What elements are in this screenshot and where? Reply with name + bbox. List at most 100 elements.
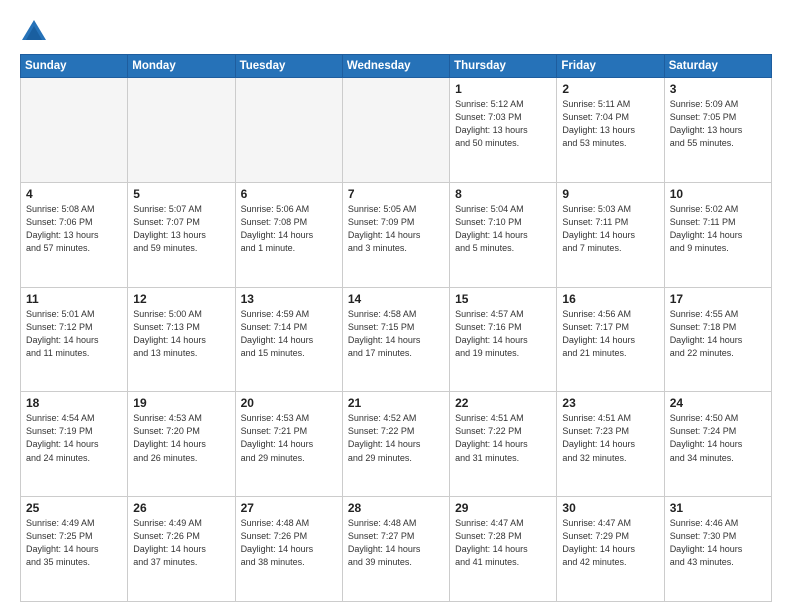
day-number: 1 <box>455 82 551 96</box>
day-info: Sunrise: 4:50 AM Sunset: 7:24 PM Dayligh… <box>670 412 766 464</box>
day-info: Sunrise: 4:49 AM Sunset: 7:26 PM Dayligh… <box>133 517 229 569</box>
day-info: Sunrise: 4:57 AM Sunset: 7:16 PM Dayligh… <box>455 308 551 360</box>
day-number: 14 <box>348 292 444 306</box>
day-info: Sunrise: 4:54 AM Sunset: 7:19 PM Dayligh… <box>26 412 122 464</box>
day-number: 3 <box>670 82 766 96</box>
day-number: 21 <box>348 396 444 410</box>
day-info: Sunrise: 5:03 AM Sunset: 7:11 PM Dayligh… <box>562 203 658 255</box>
day-info: Sunrise: 5:06 AM Sunset: 7:08 PM Dayligh… <box>241 203 337 255</box>
day-info: Sunrise: 4:53 AM Sunset: 7:21 PM Dayligh… <box>241 412 337 464</box>
weekday-header-row: SundayMondayTuesdayWednesdayThursdayFrid… <box>21 55 772 78</box>
calendar-cell: 5 Sunrise: 5:07 AM Sunset: 7:07 PM Daylig… <box>128 182 235 287</box>
calendar-cell: 28 Sunrise: 4:48 AM Sunset: 7:27 PM Dayli… <box>342 497 449 602</box>
day-number: 11 <box>26 292 122 306</box>
calendar-row: 25Sunrise: 4:49 AM Sunset: 7:25 PM Dayli… <box>21 497 772 602</box>
day-number: 7 <box>348 187 444 201</box>
day-info: Sunrise: 5:07 AM Sunset: 7:07 PM Dayligh… <box>133 203 229 255</box>
calendar-row: 11Sunrise: 5:01 AM Sunset: 7:12 PM Dayli… <box>21 287 772 392</box>
calendar-cell: 10Sunrise: 5:02 AM Sunset: 7:11 PM Dayli… <box>664 182 771 287</box>
calendar-cell: 21 Sunrise: 4:52 AM Sunset: 7:22 PM Dayli… <box>342 392 449 497</box>
day-number: 30 <box>562 501 658 515</box>
day-number: 22 <box>455 396 551 410</box>
day-info: Sunrise: 5:04 AM Sunset: 7:10 PM Dayligh… <box>455 203 551 255</box>
day-number: 8 <box>455 187 551 201</box>
day-info: Sunrise: 4:55 AM Sunset: 7:18 PM Dayligh… <box>670 308 766 360</box>
day-info: Sunrise: 4:56 AM Sunset: 7:17 PM Dayligh… <box>562 308 658 360</box>
calendar-cell: 30 Sunrise: 4:47 AM Sunset: 7:29 PM Dayli… <box>557 497 664 602</box>
day-number: 26 <box>133 501 229 515</box>
day-info: Sunrise: 4:47 AM Sunset: 7:28 PM Dayligh… <box>455 517 551 569</box>
calendar-cell: 25Sunrise: 4:49 AM Sunset: 7:25 PM Dayli… <box>21 497 128 602</box>
calendar-cell: 14 Sunrise: 4:58 AM Sunset: 7:15 PM Dayli… <box>342 287 449 392</box>
weekday-header: Saturday <box>664 55 771 78</box>
day-info: Sunrise: 5:11 AM Sunset: 7:04 PM Dayligh… <box>562 98 658 150</box>
weekday-header: Thursday <box>450 55 557 78</box>
day-info: Sunrise: 4:53 AM Sunset: 7:20 PM Dayligh… <box>133 412 229 464</box>
day-number: 29 <box>455 501 551 515</box>
logo-icon <box>20 18 48 46</box>
day-info: Sunrise: 4:59 AM Sunset: 7:14 PM Dayligh… <box>241 308 337 360</box>
day-number: 23 <box>562 396 658 410</box>
calendar-cell: 13 Sunrise: 4:59 AM Sunset: 7:14 PM Dayli… <box>235 287 342 392</box>
day-info: Sunrise: 5:09 AM Sunset: 7:05 PM Dayligh… <box>670 98 766 150</box>
day-number: 27 <box>241 501 337 515</box>
day-number: 4 <box>26 187 122 201</box>
calendar-cell: 26 Sunrise: 4:49 AM Sunset: 7:26 PM Dayli… <box>128 497 235 602</box>
day-number: 5 <box>133 187 229 201</box>
logo <box>20 18 54 46</box>
calendar-row: 18Sunrise: 4:54 AM Sunset: 7:19 PM Dayli… <box>21 392 772 497</box>
day-info: Sunrise: 4:48 AM Sunset: 7:27 PM Dayligh… <box>348 517 444 569</box>
day-number: 16 <box>562 292 658 306</box>
day-number: 20 <box>241 396 337 410</box>
day-number: 2 <box>562 82 658 96</box>
calendar-cell: 23 Sunrise: 4:51 AM Sunset: 7:23 PM Dayli… <box>557 392 664 497</box>
day-number: 9 <box>562 187 658 201</box>
day-info: Sunrise: 4:47 AM Sunset: 7:29 PM Dayligh… <box>562 517 658 569</box>
calendar-cell: 24 Sunrise: 4:50 AM Sunset: 7:24 PM Dayli… <box>664 392 771 497</box>
calendar-cell <box>128 78 235 183</box>
day-number: 24 <box>670 396 766 410</box>
calendar-cell: 17 Sunrise: 4:55 AM Sunset: 7:18 PM Dayli… <box>664 287 771 392</box>
weekday-header: Wednesday <box>342 55 449 78</box>
day-info: Sunrise: 4:52 AM Sunset: 7:22 PM Dayligh… <box>348 412 444 464</box>
day-number: 25 <box>26 501 122 515</box>
calendar-cell: 16 Sunrise: 4:56 AM Sunset: 7:17 PM Dayli… <box>557 287 664 392</box>
calendar-cell: 29 Sunrise: 4:47 AM Sunset: 7:28 PM Dayli… <box>450 497 557 602</box>
day-info: Sunrise: 4:58 AM Sunset: 7:15 PM Dayligh… <box>348 308 444 360</box>
day-info: Sunrise: 4:48 AM Sunset: 7:26 PM Dayligh… <box>241 517 337 569</box>
calendar-cell: 22 Sunrise: 4:51 AM Sunset: 7:22 PM Dayli… <box>450 392 557 497</box>
calendar-cell: 4Sunrise: 5:08 AM Sunset: 7:06 PM Daylig… <box>21 182 128 287</box>
calendar-cell <box>235 78 342 183</box>
calendar-cell: 1 Sunrise: 5:12 AM Sunset: 7:03 PM Daylig… <box>450 78 557 183</box>
weekday-header: Sunday <box>21 55 128 78</box>
day-number: 17 <box>670 292 766 306</box>
calendar-cell: 20 Sunrise: 4:53 AM Sunset: 7:21 PM Dayli… <box>235 392 342 497</box>
day-info: Sunrise: 4:51 AM Sunset: 7:23 PM Dayligh… <box>562 412 658 464</box>
day-number: 19 <box>133 396 229 410</box>
calendar-cell: 3 Sunrise: 5:09 AM Sunset: 7:05 PM Daylig… <box>664 78 771 183</box>
header <box>20 18 772 46</box>
day-number: 13 <box>241 292 337 306</box>
calendar-cell: 19 Sunrise: 4:53 AM Sunset: 7:20 PM Dayli… <box>128 392 235 497</box>
calendar-cell: 31Sunrise: 4:46 AM Sunset: 7:30 PM Dayli… <box>664 497 771 602</box>
calendar-cell: 15Sunrise: 4:57 AM Sunset: 7:16 PM Dayli… <box>450 287 557 392</box>
day-number: 6 <box>241 187 337 201</box>
calendar-cell: 18Sunrise: 4:54 AM Sunset: 7:19 PM Dayli… <box>21 392 128 497</box>
day-info: Sunrise: 4:51 AM Sunset: 7:22 PM Dayligh… <box>455 412 551 464</box>
calendar-cell: 27 Sunrise: 4:48 AM Sunset: 7:26 PM Dayli… <box>235 497 342 602</box>
calendar-cell: 2 Sunrise: 5:11 AM Sunset: 7:04 PM Daylig… <box>557 78 664 183</box>
day-info: Sunrise: 5:05 AM Sunset: 7:09 PM Dayligh… <box>348 203 444 255</box>
calendar-cell: 12Sunrise: 5:00 AM Sunset: 7:13 PM Dayli… <box>128 287 235 392</box>
day-number: 12 <box>133 292 229 306</box>
calendar-cell: 7 Sunrise: 5:05 AM Sunset: 7:09 PM Daylig… <box>342 182 449 287</box>
weekday-header: Monday <box>128 55 235 78</box>
day-info: Sunrise: 5:12 AM Sunset: 7:03 PM Dayligh… <box>455 98 551 150</box>
day-info: Sunrise: 5:02 AM Sunset: 7:11 PM Dayligh… <box>670 203 766 255</box>
calendar-row: 4Sunrise: 5:08 AM Sunset: 7:06 PM Daylig… <box>21 182 772 287</box>
day-number: 28 <box>348 501 444 515</box>
day-info: Sunrise: 4:46 AM Sunset: 7:30 PM Dayligh… <box>670 517 766 569</box>
calendar-cell: 11Sunrise: 5:01 AM Sunset: 7:12 PM Dayli… <box>21 287 128 392</box>
page: SundayMondayTuesdayWednesdayThursdayFrid… <box>0 0 792 612</box>
calendar-cell: 8 Sunrise: 5:04 AM Sunset: 7:10 PM Daylig… <box>450 182 557 287</box>
weekday-header: Tuesday <box>235 55 342 78</box>
